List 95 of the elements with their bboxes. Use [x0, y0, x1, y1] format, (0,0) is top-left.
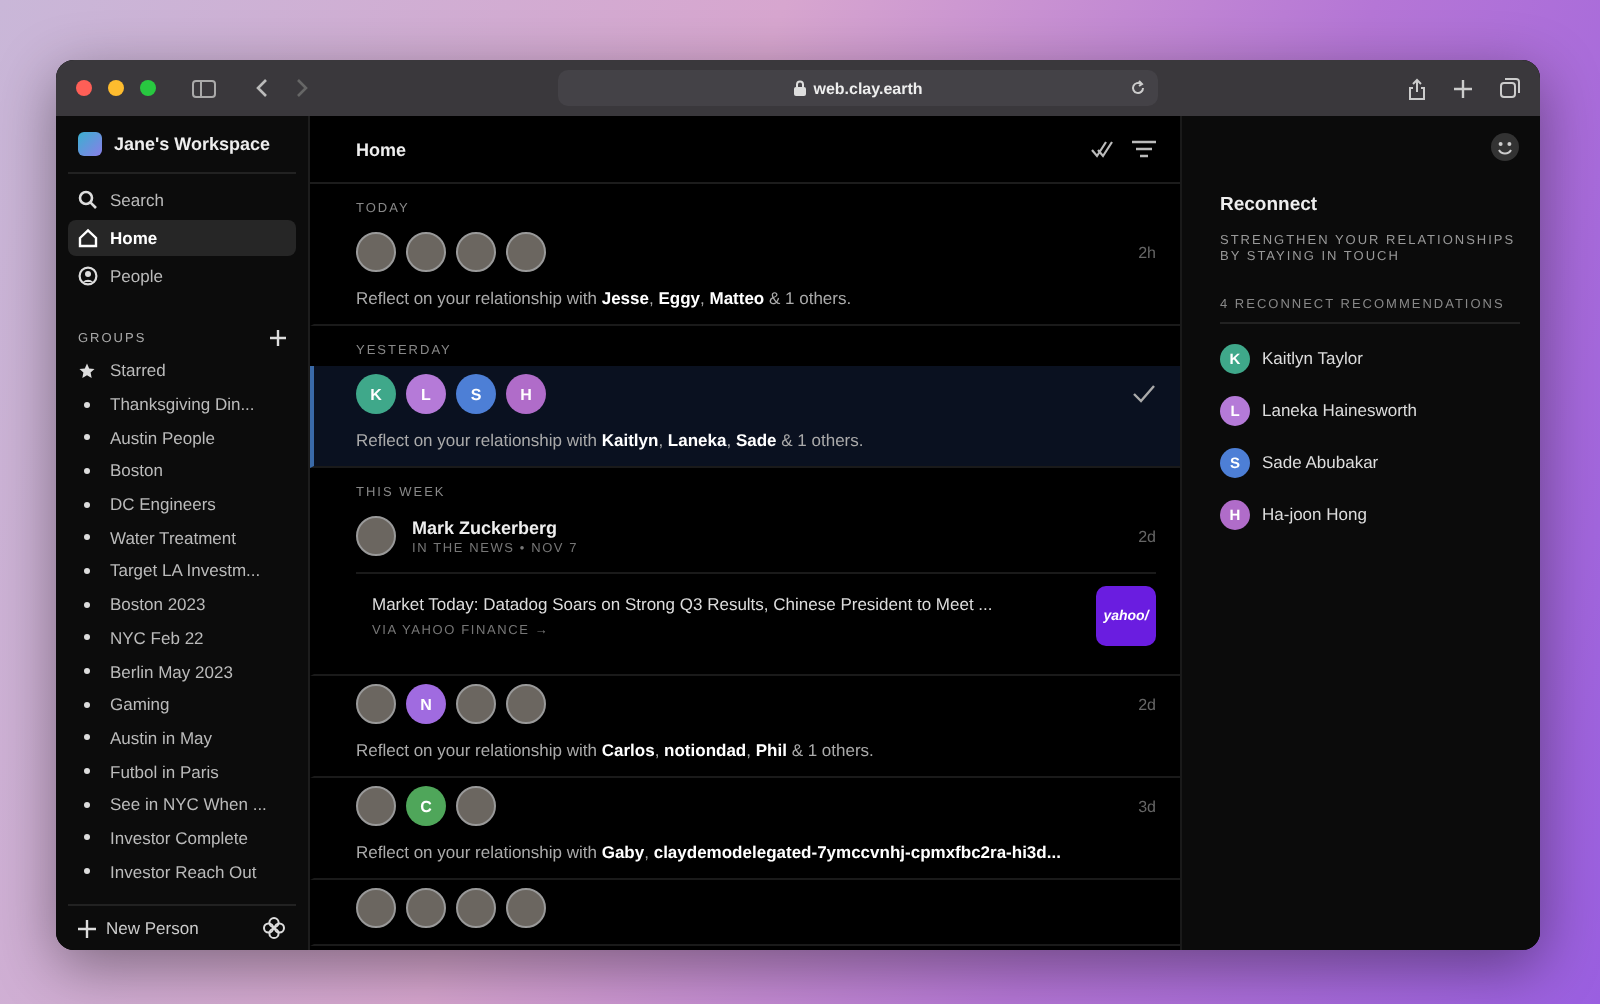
avatar: N	[406, 684, 446, 724]
avatar-photo	[356, 516, 396, 556]
plus-icon	[78, 919, 96, 937]
group-item[interactable]: Futbol in Paris	[68, 754, 296, 788]
panel-title: Reconnect	[1220, 194, 1320, 216]
bullet-icon	[84, 534, 90, 541]
reflect-text: Reflect on your relationship with Kaitlyn, Laneka, Sade & 1 others.	[356, 430, 866, 450]
group-item[interactable]: NYC Feb 22	[68, 621, 296, 655]
person-icon	[78, 266, 98, 286]
time-label: 2h	[1138, 243, 1156, 261]
avatar-photo	[406, 888, 446, 928]
new-person-button[interactable]: New Person	[78, 918, 199, 938]
avatar-photo	[506, 232, 546, 272]
bullet-icon	[84, 801, 90, 808]
group-item[interactable]: Target LA Investm...	[68, 554, 296, 588]
bullet-icon	[84, 868, 90, 875]
reload-icon[interactable]	[1130, 80, 1146, 96]
bullet-icon	[84, 567, 90, 574]
avatar-photo	[406, 232, 446, 272]
bullet-icon	[84, 668, 90, 675]
group-item[interactable]: Water Treatment	[68, 520, 296, 555]
bullet-icon	[84, 701, 90, 708]
search-icon	[78, 190, 98, 210]
group-item[interactable]: DC Engineers	[68, 487, 296, 521]
time-label: 2d	[1138, 695, 1156, 713]
time-label: 3d	[1138, 797, 1156, 815]
group-item[interactable]: Thanksgiving Din...	[68, 387, 296, 421]
double-check-icon[interactable]	[1090, 139, 1114, 159]
home-icon	[78, 228, 98, 248]
group-item[interactable]: Boston	[68, 454, 296, 488]
tabs-icon[interactable]	[1500, 78, 1520, 98]
person-name: Mark Zuckerberg	[412, 517, 560, 537]
avatar: C	[406, 786, 446, 826]
share-icon[interactable]	[1408, 77, 1426, 99]
bullet-icon	[84, 768, 90, 775]
avatar-photo	[456, 786, 496, 826]
plus-icon[interactable]	[1454, 79, 1472, 97]
page-title: Home	[356, 139, 407, 159]
feed-item[interactable]: K L S H Reflect on your relationship with Kaitlyn, Laneka, Sade & 1 others.	[310, 366, 1180, 468]
group-item[interactable]: Austin in May	[68, 721, 296, 755]
filter-icon[interactable]	[1132, 140, 1156, 158]
workspace-name[interactable]: Jane's Workspace	[114, 134, 271, 154]
bullet-icon	[84, 601, 90, 608]
bullet-icon	[84, 834, 90, 841]
group-item[interactable]: Austin People	[68, 420, 296, 455]
maximize-button[interactable]	[140, 80, 156, 96]
group-item[interactable]: Berlin May 2023	[68, 654, 296, 688]
star-icon	[78, 361, 96, 380]
avatar: L	[406, 374, 446, 414]
workspace-logo	[78, 132, 102, 156]
bullet-icon	[84, 634, 90, 641]
avatar: S	[456, 374, 496, 414]
add-icon[interactable]	[270, 330, 286, 346]
feed-item[interactable]: 2h Reflect on your relationship with Jesse, Eggy, Matteo & 1 others.	[310, 224, 1180, 326]
bullet-icon	[84, 434, 90, 441]
check-icon[interactable]	[1132, 384, 1156, 404]
back-icon[interactable]	[256, 78, 268, 98]
feed-item[interactable]: C 3d Reflect on your relationship with Gaby, claydemodelegated-7ymccvnhj-cpmxfbc2ra-hi3d...	[310, 778, 1180, 880]
avatar-photo	[456, 684, 496, 724]
group-item[interactable]: Investor Complete	[68, 821, 296, 855]
avatar-photo	[506, 888, 546, 928]
nav-item[interactable]: People	[68, 258, 296, 294]
avatar-photo	[356, 684, 396, 724]
flower-icon[interactable]	[262, 916, 286, 940]
nav-item[interactable]: Search	[68, 182, 296, 218]
group-item[interactable]: Gaming	[68, 687, 296, 722]
avatar-photo	[356, 232, 396, 272]
avatar: K	[356, 374, 396, 414]
group-item[interactable]: Boston 2023	[68, 587, 296, 621]
reflect-text: Reflect on your relationship with Carlos, notiondad, Phil & 1 others.	[356, 740, 876, 760]
news-headline[interactable]: Market Today: Datadog Soars on Strong Q3 Results, Chinese President to Meet ...	[372, 594, 993, 614]
bullet-icon	[84, 734, 90, 741]
reflect-text: Reflect on your relationship with Gaby, claydemodelegated-7ymccvnhj-cpmxfbc2ra-hi3d...	[356, 842, 1063, 862]
bullet-icon	[84, 401, 90, 408]
bullet-icon	[84, 467, 90, 474]
avatar-photo	[356, 888, 396, 928]
feed-item[interactable]: N 2d Reflect on your relationship with Carlos, notiondad, Phil & 1 others.	[310, 676, 1180, 778]
address-bar[interactable]: web.clay.earth	[558, 70, 1158, 106]
close-button[interactable]	[76, 80, 92, 96]
reflect-text: Reflect on your relationship with Jesse, Eggy, Matteo & 1 others.	[356, 288, 854, 308]
avatar-photo	[456, 888, 496, 928]
avatar: H	[506, 374, 546, 414]
avatar-photo	[356, 786, 396, 826]
nav-item[interactable]: Home	[68, 220, 296, 256]
time-label: 2d	[1138, 527, 1156, 545]
avatar-photo	[506, 684, 546, 724]
sidebar-icon[interactable]	[192, 79, 216, 97]
group-item[interactable]: Investor Reach Out	[68, 854, 296, 888]
minimize-button[interactable]	[108, 80, 124, 96]
group-item[interactable]: See in NYC When ...	[68, 787, 296, 822]
bullet-icon	[84, 501, 90, 508]
group-item[interactable]: Starred	[68, 354, 296, 388]
smiley-icon[interactable]	[1490, 132, 1520, 162]
lock-icon	[793, 80, 806, 96]
avatar-photo	[456, 232, 496, 272]
